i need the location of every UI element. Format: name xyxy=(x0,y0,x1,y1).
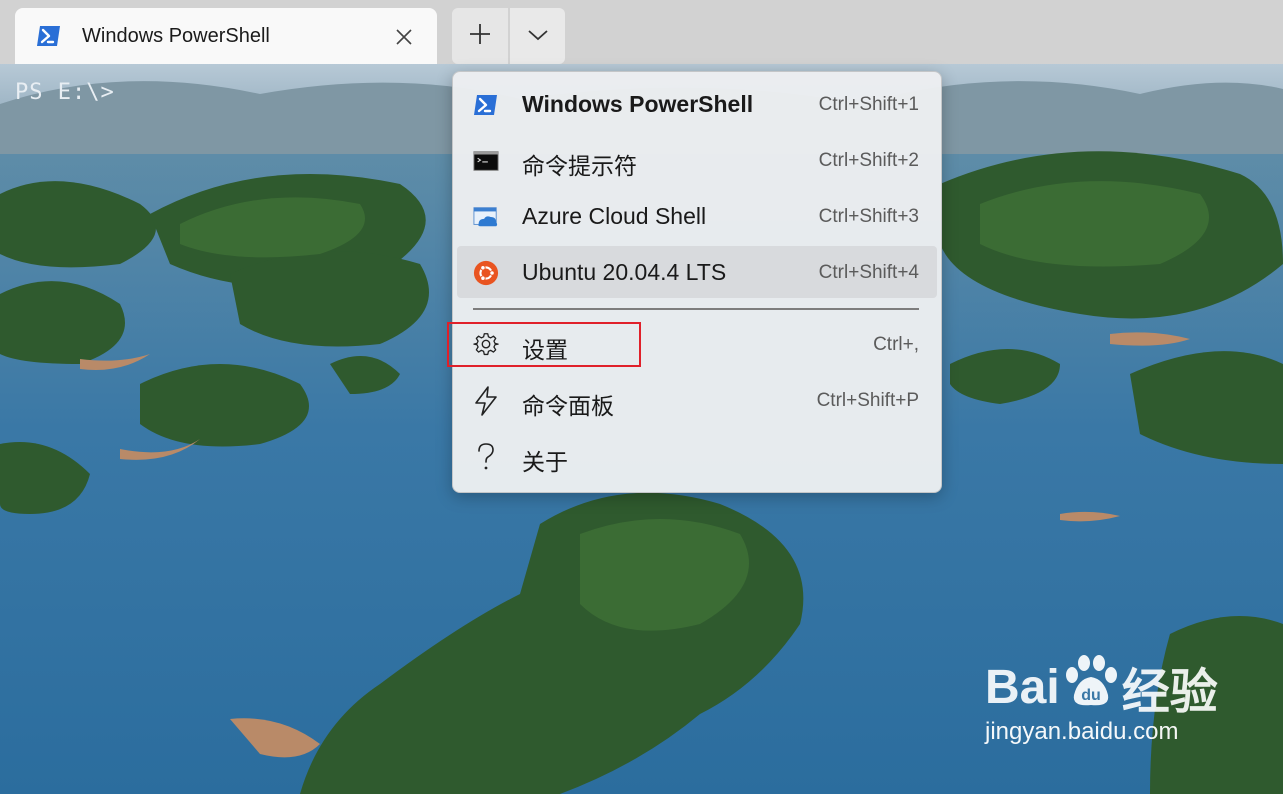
menu-item-shortcut: Ctrl+Shift+P xyxy=(816,390,919,411)
menu-item-label: 命令提示符 xyxy=(522,153,637,179)
new-tab-button[interactable] xyxy=(452,8,508,64)
powershell-icon xyxy=(37,25,61,47)
lightning-icon xyxy=(473,386,499,416)
tab-title: Windows PowerShell xyxy=(82,25,270,47)
chevron-down-icon xyxy=(527,27,549,46)
watermark-logo-cn: 经验 xyxy=(1121,666,1218,719)
paw-icon: du xyxy=(1062,653,1120,721)
watermark-url: jingyan.baidu.com xyxy=(985,718,1179,745)
menu-item-windows-powershell[interactable]: Windows PowerShell Ctrl+Shift+1 xyxy=(457,78,937,130)
question-icon xyxy=(473,443,499,470)
title-bar: Windows PowerShell xyxy=(0,0,1283,64)
menu-item-label: Windows PowerShell xyxy=(522,91,754,117)
menu-item-label: 命令面板 xyxy=(522,393,614,419)
menu-item-label: 关于 xyxy=(522,449,568,475)
menu-separator xyxy=(473,308,919,310)
baidu-logo: Bai du 经验 xyxy=(985,652,1218,722)
terminal-prompt[interactable]: PS E:\> xyxy=(15,80,115,105)
menu-item-shortcut: Ctrl+Shift+4 xyxy=(818,262,919,283)
menu-item-command-prompt[interactable]: 命令提示符 Ctrl+Shift+2 xyxy=(457,134,937,186)
menu-item-label: Azure Cloud Shell xyxy=(522,203,707,229)
baidu-watermark: Bai du 经验 jingyan.baidu.com xyxy=(985,652,1218,746)
menu-item-command-palette[interactable]: 命令面板 Ctrl+Shift+P xyxy=(457,374,937,426)
menu-item-shortcut: Ctrl+Shift+3 xyxy=(818,206,919,227)
close-icon[interactable] xyxy=(391,24,417,50)
settings-highlight-box xyxy=(447,322,641,367)
plus-icon xyxy=(469,23,491,49)
ubuntu-icon xyxy=(473,260,499,286)
menu-item-about[interactable]: 关于 xyxy=(457,430,937,482)
cmd-icon xyxy=(473,148,499,174)
menu-item-ubuntu[interactable]: Ubuntu 20.04.4 LTS Ctrl+Shift+4 xyxy=(457,246,937,298)
menu-item-azure-cloud-shell[interactable]: Azure Cloud Shell Ctrl+Shift+3 xyxy=(457,190,937,242)
powershell-icon xyxy=(473,92,499,118)
azure-cloud-shell-icon xyxy=(473,204,499,230)
profile-dropdown-button[interactable] xyxy=(510,8,565,64)
menu-item-shortcut: Ctrl+Shift+2 xyxy=(818,150,919,171)
menu-item-shortcut: Ctrl+, xyxy=(873,334,919,355)
watermark-logo-right: du xyxy=(1081,687,1101,704)
tab-windows-powershell[interactable]: Windows PowerShell xyxy=(15,8,437,64)
watermark-logo-left: Bai xyxy=(985,660,1060,714)
menu-item-shortcut: Ctrl+Shift+1 xyxy=(818,94,919,115)
profile-dropdown-menu: Windows PowerShell Ctrl+Shift+1 命令提示符 Ct… xyxy=(452,71,942,493)
menu-item-label: Ubuntu 20.04.4 LTS xyxy=(522,259,727,285)
